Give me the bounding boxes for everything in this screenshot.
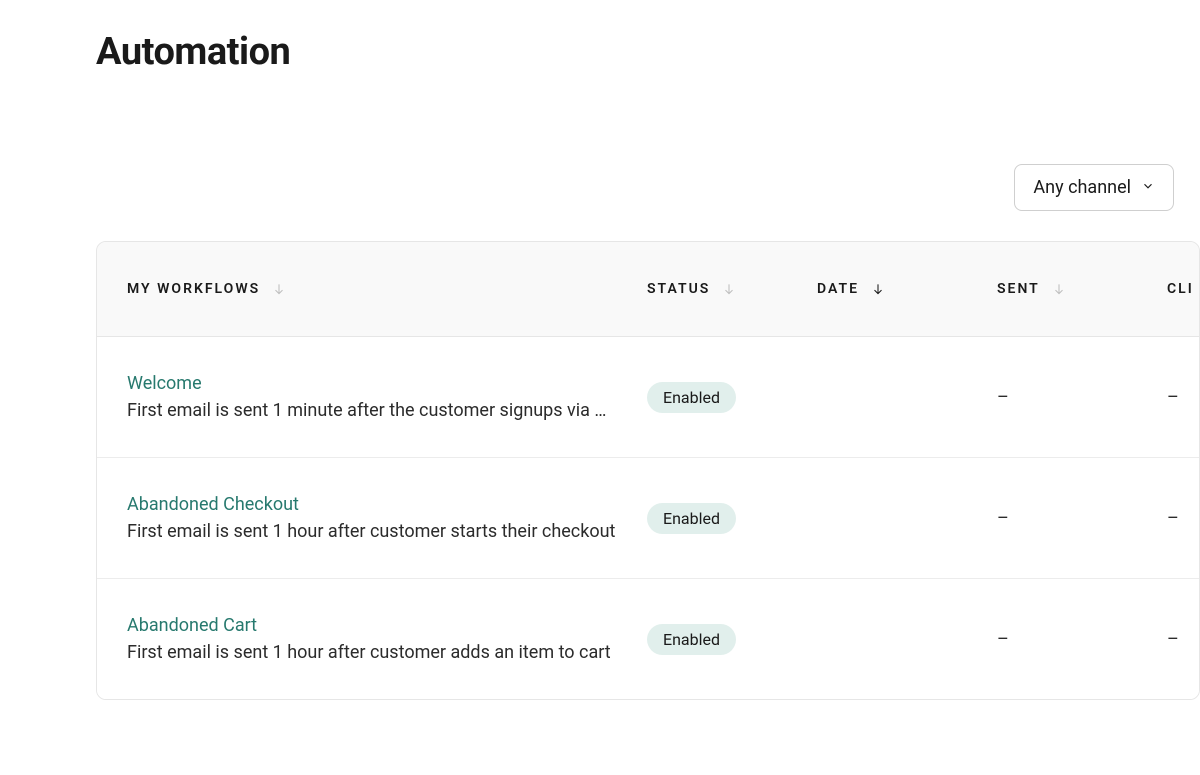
table-row: Abandoned Cart First email is sent 1 hou… bbox=[97, 579, 1199, 699]
status-cell: Enabled bbox=[647, 503, 817, 534]
workflow-cell: Welcome First email is sent 1 minute aft… bbox=[127, 373, 647, 421]
arrow-down-icon bbox=[869, 280, 887, 298]
table-body: Welcome First email is sent 1 minute aft… bbox=[97, 337, 1199, 699]
status-badge: Enabled bbox=[647, 624, 736, 655]
column-header-text: SENT bbox=[997, 281, 1040, 297]
status-cell: Enabled bbox=[647, 624, 817, 655]
column-header-text: CLI bbox=[1167, 281, 1194, 297]
workflow-cell: Abandoned Cart First email is sent 1 hou… bbox=[127, 615, 647, 663]
column-header-date[interactable]: DATE bbox=[817, 280, 997, 298]
click-cell: – bbox=[1167, 508, 1200, 529]
sent-cell: – bbox=[997, 387, 1167, 408]
status-cell: Enabled bbox=[647, 382, 817, 413]
table-row: Abandoned Checkout First email is sent 1… bbox=[97, 458, 1199, 579]
workflows-table: MY WORKFLOWS STATUS DATE SENT bbox=[96, 241, 1200, 700]
column-header-text: MY WORKFLOWS bbox=[127, 281, 260, 297]
page-title: Automation bbox=[96, 30, 1200, 74]
column-header-click[interactable]: CLI bbox=[1167, 281, 1200, 297]
channel-dropdown[interactable]: Any channel bbox=[1014, 164, 1174, 211]
table-header: MY WORKFLOWS STATUS DATE SENT bbox=[97, 242, 1199, 337]
click-cell: – bbox=[1167, 387, 1200, 408]
arrow-down-icon bbox=[720, 280, 738, 298]
arrow-down-icon bbox=[270, 280, 288, 298]
status-badge: Enabled bbox=[647, 382, 736, 413]
arrow-down-icon bbox=[1050, 280, 1068, 298]
column-header-status[interactable]: STATUS bbox=[647, 280, 817, 298]
workflow-description: First email is sent 1 hour after custome… bbox=[127, 521, 617, 542]
sent-cell: – bbox=[997, 629, 1167, 650]
workflow-title-link[interactable]: Abandoned Cart bbox=[127, 615, 647, 636]
table-row: Welcome First email is sent 1 minute aft… bbox=[97, 337, 1199, 458]
workflow-cell: Abandoned Checkout First email is sent 1… bbox=[127, 494, 647, 542]
workflow-title-link[interactable]: Abandoned Checkout bbox=[127, 494, 647, 515]
workflow-description: First email is sent 1 hour after custome… bbox=[127, 642, 617, 663]
filter-row: Any channel bbox=[96, 164, 1200, 211]
channel-dropdown-label: Any channel bbox=[1033, 177, 1131, 198]
column-header-sent[interactable]: SENT bbox=[997, 280, 1167, 298]
click-cell: – bbox=[1167, 629, 1200, 650]
sent-cell: – bbox=[997, 508, 1167, 529]
column-header-workflows[interactable]: MY WORKFLOWS bbox=[127, 280, 647, 298]
chevron-down-icon bbox=[1141, 177, 1155, 198]
status-badge: Enabled bbox=[647, 503, 736, 534]
column-header-text: DATE bbox=[817, 281, 859, 297]
workflow-title-link[interactable]: Welcome bbox=[127, 373, 647, 394]
column-header-text: STATUS bbox=[647, 281, 710, 297]
workflow-description: First email is sent 1 minute after the c… bbox=[127, 400, 617, 421]
